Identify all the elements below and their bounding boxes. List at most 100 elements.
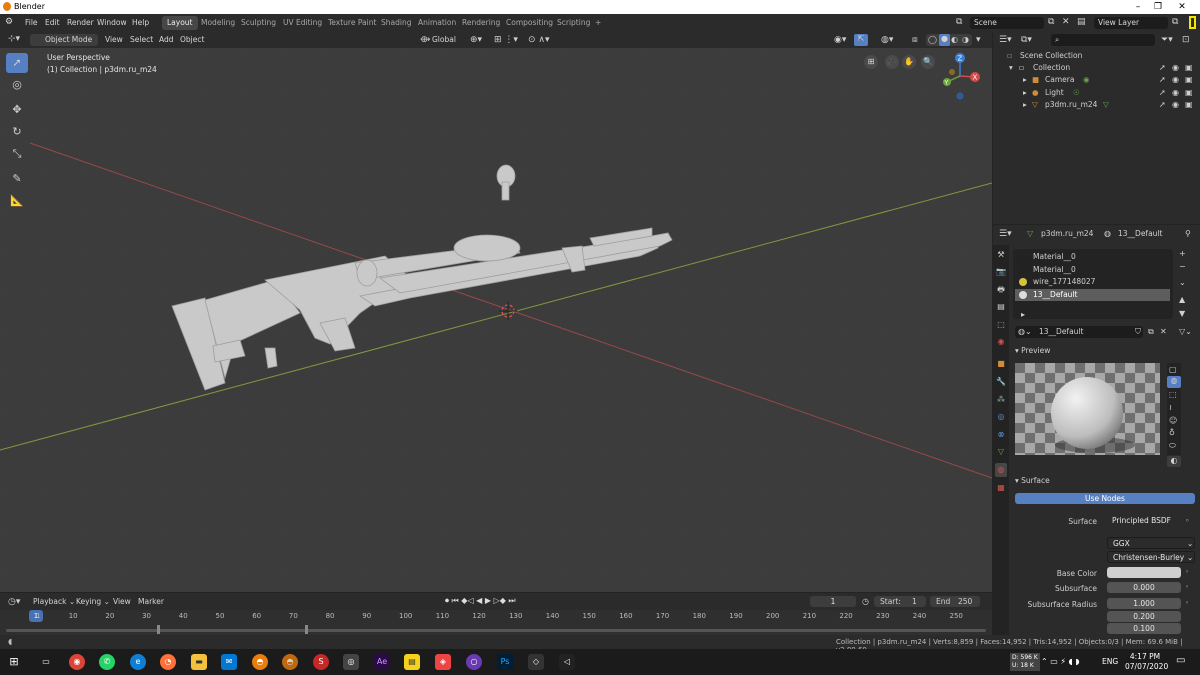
tool-tab-icon[interactable]: ⚒ bbox=[995, 248, 1007, 262]
render-camera-icon[interactable]: ▣ bbox=[1185, 87, 1193, 100]
xray-icon[interactable]: ⧈ bbox=[912, 35, 918, 45]
display-mode-icon[interactable]: ⧉▾ bbox=[1021, 35, 1032, 45]
render-camera-icon[interactable]: ▣ bbox=[1185, 62, 1193, 75]
menu-add[interactable]: Add bbox=[159, 35, 174, 44]
material-slot-1[interactable]: Material__0 bbox=[1015, 264, 1170, 276]
physics-tab-icon[interactable]: ◎ bbox=[995, 410, 1007, 424]
zoom-view-icon[interactable]: 🔍 bbox=[921, 55, 935, 69]
select-toggle-icon[interactable]: ➚ bbox=[1159, 62, 1166, 75]
tab-uv-editing[interactable]: UV Editing bbox=[278, 16, 327, 30]
language-indicator[interactable]: ENG bbox=[1102, 657, 1118, 666]
slot-specials-icon[interactable]: ⌄ bbox=[1179, 278, 1186, 287]
scene-browse-icon[interactable]: ⧉ bbox=[1048, 17, 1054, 27]
expand-arrow-icon[interactable]: ▾ bbox=[1009, 62, 1013, 75]
outliner-row-scene-collection[interactable]: ▫ Scene Collection bbox=[993, 50, 1200, 63]
camera-app-icon[interactable]: ◎ bbox=[343, 654, 359, 670]
current-frame-field[interactable]: 1 bbox=[810, 596, 856, 607]
menu-window[interactable]: Window bbox=[97, 18, 127, 27]
overlays-icon[interactable]: ◍▾ bbox=[881, 35, 893, 45]
pivot-icon[interactable]: ⊕▾ bbox=[470, 35, 482, 45]
rendered-shading-icon[interactable]: ◑ bbox=[962, 35, 969, 44]
add-workspace-button[interactable]: + bbox=[590, 16, 606, 30]
windows-start-icon[interactable]: ⊞ bbox=[6, 654, 22, 670]
socket-icon[interactable]: ◦ bbox=[1185, 568, 1189, 576]
menu-timeline-view[interactable]: View bbox=[113, 597, 131, 606]
tab-modeling[interactable]: Modeling bbox=[196, 16, 240, 30]
toggle-camera-view-icon[interactable]: ⊞ bbox=[864, 55, 878, 69]
add-slot-icon[interactable]: + bbox=[1179, 249, 1186, 258]
render-camera-icon[interactable]: ▣ bbox=[1185, 74, 1193, 87]
outliner-row-p3dm[interactable]: ▸ ▽ p3dm.ru_m24 ▽ ➚ ◉ ▣ bbox=[993, 99, 1200, 112]
remove-slot-icon[interactable]: − bbox=[1179, 262, 1186, 271]
blender-menu-icon[interactable]: ⚙ bbox=[5, 17, 13, 27]
fake-user-icon[interactable]: ⛉ bbox=[1135, 327, 1141, 337]
firefox-icon[interactable]: ◔ bbox=[160, 654, 176, 670]
properties-editor-icon[interactable]: ☰▾ bbox=[999, 229, 1012, 239]
data-tab-icon[interactable]: ▽ bbox=[995, 445, 1007, 459]
select-toggle-icon[interactable]: ➚ bbox=[1159, 74, 1166, 87]
start-frame-field[interactable]: Start: 1 bbox=[874, 596, 926, 607]
preview-range-icon[interactable]: ◷ bbox=[862, 597, 869, 606]
proportional-edit-icon[interactable]: ⊙ ∧▾ bbox=[528, 35, 550, 45]
select-box-icon[interactable]: ➚ bbox=[6, 53, 28, 73]
visibility-eye-icon[interactable]: ◉ bbox=[1172, 62, 1179, 75]
blender-alt-taskbar-icon[interactable]: ◓ bbox=[282, 654, 298, 670]
socket-icon[interactable]: ◦ bbox=[1185, 583, 1189, 591]
view-layer-tab-icon[interactable]: ▤ bbox=[995, 300, 1007, 314]
unity-icon[interactable]: ◇ bbox=[528, 654, 544, 670]
texture-tab-icon[interactable]: ▦ bbox=[995, 481, 1007, 495]
orientation-dropdown[interactable]: Global bbox=[432, 35, 456, 44]
outliner-row-camera[interactable]: ▸ ■ Camera ◉ ➚ ◉ ▣ bbox=[993, 74, 1200, 87]
file-explorer-icon[interactable]: ▬ bbox=[191, 654, 207, 670]
scale-tool-icon[interactable]: ⤡ bbox=[6, 144, 28, 164]
menu-edit[interactable]: Edit bbox=[45, 18, 60, 27]
whatsapp-icon[interactable]: ✆ bbox=[99, 654, 115, 670]
scene-tab-icon[interactable]: ⬚ bbox=[995, 318, 1007, 332]
preview-cube-icon[interactable]: ⬚ bbox=[1169, 390, 1177, 399]
shading-options-icon[interactable]: ▾ bbox=[976, 35, 981, 45]
distribution-dropdown[interactable]: GGX ⌄ bbox=[1107, 537, 1195, 549]
cursor-tool-icon[interactable]: ◎ bbox=[6, 75, 28, 95]
timeline-range-start-handle[interactable] bbox=[157, 625, 160, 634]
tab-shading[interactable]: Shading bbox=[376, 16, 416, 30]
outliner-editor-icon[interactable]: ☰▾ bbox=[999, 35, 1012, 45]
select-toggle-icon[interactable]: ➚ bbox=[1159, 99, 1166, 112]
output-tab-icon[interactable]: 🖶 bbox=[995, 283, 1007, 297]
render-camera-icon[interactable]: ▣ bbox=[1185, 99, 1193, 112]
scene-field[interactable]: Scene bbox=[970, 17, 1044, 29]
minimize-icon[interactable]: – bbox=[1128, 0, 1148, 14]
expand-arrow-icon[interactable]: ▸ bbox=[1023, 87, 1027, 100]
expand-arrow-icon[interactable]: ▸ bbox=[1023, 99, 1027, 112]
rotate-tool-icon[interactable]: ↻ bbox=[6, 122, 28, 142]
visibility-icon[interactable]: ◉▾ bbox=[834, 35, 846, 45]
preview-panel-header[interactable]: ▾ Preview bbox=[1015, 346, 1050, 355]
sss-method-dropdown[interactable]: Christensen-Burley ⌄ bbox=[1107, 551, 1195, 563]
menu-help[interactable]: Help bbox=[132, 18, 149, 27]
timeline-scrollbar[interactable] bbox=[6, 629, 986, 632]
tab-sculpting[interactable]: Sculpting bbox=[236, 16, 281, 30]
edge-icon[interactable]: e bbox=[130, 654, 146, 670]
editor-type-icon[interactable]: ⊹▾ bbox=[8, 34, 20, 44]
preview-shaderball-icon[interactable]: ♁ bbox=[1169, 428, 1175, 437]
constraints-tab-icon[interactable]: ⊗ bbox=[995, 428, 1007, 442]
outliner-row-light[interactable]: ▸ ● Light ☉ ➚ ◉ ▣ bbox=[993, 87, 1200, 100]
object-tab-icon[interactable]: ■ bbox=[995, 357, 1007, 371]
timeline-editor-icon[interactable]: ◷▾ bbox=[8, 597, 20, 607]
jump-end-icon[interactable]: ⏭ bbox=[508, 596, 515, 605]
material-tab-icon[interactable]: ◍ bbox=[995, 463, 1007, 477]
menu-render[interactable]: Render bbox=[67, 18, 94, 27]
app-stack-icon[interactable]: ◈ bbox=[435, 654, 451, 670]
photoshop-icon[interactable]: Ps bbox=[497, 654, 513, 670]
render-tab-icon[interactable]: 📷 bbox=[995, 265, 1007, 279]
preview-sky-icon[interactable]: ⬭ bbox=[1169, 441, 1176, 451]
sticky-notes-icon[interactable]: ▤ bbox=[404, 654, 420, 670]
menu-view[interactable]: View bbox=[105, 35, 123, 44]
preview-monkey-icon[interactable]: ☺ bbox=[1169, 416, 1177, 425]
wireframe-shading-icon[interactable]: ◯ bbox=[928, 35, 937, 44]
close-icon[interactable]: ✕ bbox=[1172, 0, 1192, 14]
tab-scripting[interactable]: Scripting bbox=[552, 16, 595, 30]
tab-animation[interactable]: Animation bbox=[413, 16, 461, 30]
camera-view-icon[interactable]: 🎥 bbox=[885, 55, 899, 69]
material-slot-2[interactable]: wire_177148027 bbox=[1015, 276, 1170, 288]
world-tab-icon[interactable]: ◉ bbox=[995, 335, 1007, 349]
